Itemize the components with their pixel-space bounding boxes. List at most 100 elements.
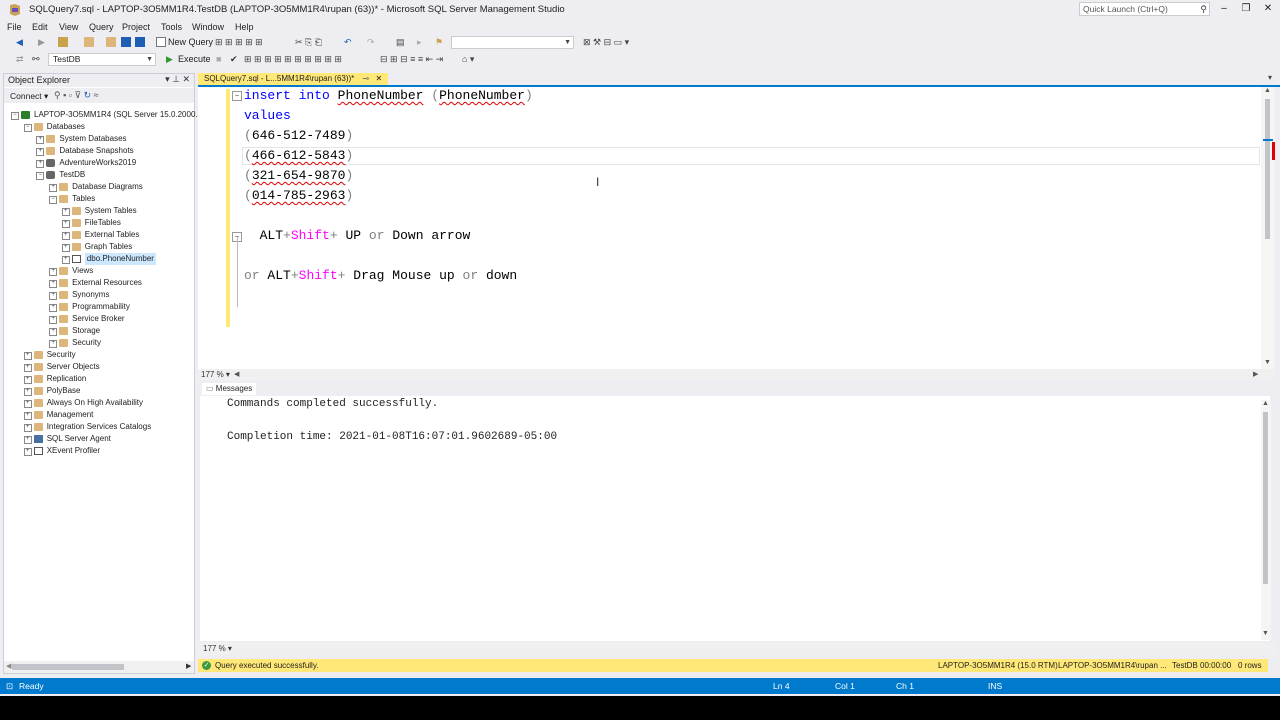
expand-icon[interactable]: + — [23, 436, 32, 444]
properties-icon[interactable]: ⊠ ⚒ ⊟ ▭ ▾ — [583, 36, 629, 49]
tree-node[interactable]: + Database Diagrams — [49, 181, 191, 193]
query-tools-icon[interactable]: ⊞ ⊞ ⊞ ⊞ ⊞ ⊞ ⊞ ⊞ ⊞ ⊞ — [244, 53, 342, 66]
undo-icon[interactable]: ↶ — [344, 36, 352, 49]
collapse-icon[interactable]: − — [232, 91, 242, 101]
tree-node[interactable]: − LAPTOP-3O5MM1R4 (SQL Server 15.0.2000.5… — [11, 109, 207, 121]
scroll-thumb[interactable] — [1265, 99, 1270, 239]
collapse-icon[interactable]: − — [23, 124, 32, 132]
tree-node[interactable]: + Storage — [49, 325, 191, 337]
tree-node[interactable]: + FileTables — [61, 217, 191, 229]
expand-icon[interactable]: + — [61, 232, 70, 240]
open-folder-icon[interactable] — [106, 37, 116, 47]
tree-node[interactable]: + System Databases — [36, 133, 191, 145]
expand-icon[interactable]: + — [23, 364, 32, 372]
stop-icon[interactable]: ■ — [216, 53, 221, 66]
expand-icon[interactable]: + — [23, 376, 32, 384]
scroll-up-icon[interactable]: ▲ — [1264, 87, 1271, 94]
redo-icon[interactable]: ↷ — [367, 36, 375, 49]
scroll-left-icon[interactable]: ◀ — [6, 662, 11, 670]
menu-query[interactable]: Query — [89, 22, 114, 32]
collapse-icon[interactable]: − — [36, 172, 45, 180]
tree-node[interactable]: + External Resources — [49, 277, 191, 289]
new-query-button[interactable]: New Query — [168, 36, 213, 49]
tree-node[interactable]: + Replication — [23, 373, 191, 385]
close-tab-icon[interactable]: ✕ — [375, 74, 382, 83]
tree-node[interactable]: + XEvent Profiler — [23, 445, 191, 457]
scroll-right-icon[interactable]: ▶ — [1253, 370, 1258, 378]
save-icon[interactable] — [121, 37, 131, 47]
cut-copy-paste-icon[interactable]: ✂ ⎘ ⎗ — [295, 36, 322, 49]
pin-icon[interactable]: ▾ ⊥ ✕ — [165, 74, 190, 85]
menu-window[interactable]: Window — [192, 22, 224, 32]
tree-node[interactable]: − Databases — [23, 121, 191, 133]
tree-node[interactable]: + External Tables — [61, 229, 191, 241]
tree-node[interactable]: − TestDB — [36, 169, 191, 181]
tree-node[interactable]: − Tables — [49, 193, 191, 205]
execute-icon[interactable]: ▶ — [166, 53, 173, 66]
new-project-icon[interactable] — [58, 37, 68, 47]
expand-icon[interactable]: + — [23, 400, 32, 408]
expand-icon[interactable]: + — [49, 184, 58, 192]
tree-node[interactable]: + AdventureWorks2019 — [36, 157, 191, 169]
tree-node[interactable]: + System Tables — [61, 205, 191, 217]
horizontal-scrollbar[interactable]: ◀ ▶ — [4, 661, 194, 673]
expand-icon[interactable]: + — [61, 208, 70, 216]
expand-icon[interactable]: + — [61, 220, 70, 228]
menu-help[interactable]: Help — [235, 22, 254, 32]
expand-icon[interactable]: + — [49, 340, 58, 348]
expand-icon[interactable]: + — [23, 448, 32, 456]
tree-node[interactable]: + Always On High Availability — [23, 397, 191, 409]
tree-node[interactable]: + Service Broker — [49, 313, 191, 325]
specify-values-icon[interactable]: ⌂ ▾ — [462, 53, 474, 66]
results-options-icon[interactable]: ⊟ ⊞ ⊟ ≡ ≡ ⇤ ⇥ — [380, 53, 443, 66]
tab-dropdown-icon[interactable]: ▾ — [1268, 73, 1272, 82]
scroll-left-icon[interactable]: ◀ — [234, 370, 239, 378]
collapse-icon[interactable]: − — [49, 196, 58, 204]
connect-icon[interactable]: ⇄ — [16, 53, 24, 66]
results-vertical-scrollbar[interactable]: ▲ ▼ — [1261, 400, 1271, 640]
change-connection-icon[interactable]: ⚯ — [32, 53, 40, 66]
tree-node[interactable]: + Synonyms — [49, 289, 191, 301]
results-zoom-select[interactable]: 177 % ▾ — [203, 644, 232, 653]
expand-icon[interactable]: + — [61, 256, 70, 264]
scroll-down-icon[interactable]: ▼ — [1264, 359, 1271, 366]
new-query-icon[interactable] — [156, 37, 166, 47]
tree-node[interactable]: + Management — [23, 409, 191, 421]
scroll-right-icon[interactable]: ▶ — [186, 662, 191, 670]
collapse-icon[interactable]: − — [11, 112, 19, 120]
tree-node[interactable]: + SQL Server Agent — [23, 433, 191, 445]
expand-icon[interactable]: + — [36, 148, 45, 156]
minimize-button[interactable]: – — [1213, 2, 1235, 16]
editor-zoom-select[interactable]: 177 % ▾ — [201, 370, 230, 379]
tree-node[interactable]: + Graph Tables — [61, 241, 191, 253]
tree-node[interactable]: + Views — [49, 265, 191, 277]
expand-icon[interactable]: + — [49, 328, 58, 336]
tree-node[interactable]: + Programmability — [49, 301, 191, 313]
close-button[interactable]: ✕ — [1257, 2, 1279, 16]
expand-icon[interactable]: + — [61, 244, 70, 252]
scroll-up-icon[interactable]: ▲ — [1262, 400, 1269, 407]
sql-editor[interactable]: − insert into PhoneNumber (PhoneNumber) … — [198, 87, 1275, 369]
menu-project[interactable]: Project — [122, 22, 150, 32]
tree-node[interactable]: + Integration Services Catalogs — [23, 421, 191, 433]
tree-node[interactable]: + Security — [23, 349, 191, 361]
expand-icon[interactable]: + — [23, 424, 32, 432]
scroll-thumb[interactable] — [12, 664, 124, 670]
activity-monitor-icon[interactable]: ▤ — [396, 36, 405, 49]
quick-launch-input[interactable]: Quick Launch (Ctrl+Q) ⚲ — [1079, 2, 1210, 16]
back-icon[interactable]: ◀ — [16, 36, 23, 49]
menu-edit[interactable]: Edit — [32, 22, 48, 32]
open-file-icon[interactable] — [84, 37, 94, 47]
expand-icon[interactable]: + — [49, 316, 58, 324]
database-select[interactable]: TestDB ▼ — [48, 53, 156, 66]
menu-file[interactable]: File — [7, 22, 22, 32]
expand-icon[interactable]: + — [49, 304, 58, 312]
oe-tool-icons[interactable]: ⚲ ▪ ▫ ⊽ ↻ ≈ — [54, 90, 99, 101]
db-engine-query-icon[interactable]: ⊞ ⊞ ⊞ ⊞ ⊞ — [215, 36, 263, 49]
tab-sqlquery7[interactable]: SQLQuery7.sql - L...5MM1R4\rupan (63))* … — [198, 73, 389, 85]
scroll-thumb[interactable] — [1263, 412, 1268, 584]
expand-icon[interactable]: + — [36, 160, 45, 168]
expand-icon[interactable]: + — [49, 280, 58, 288]
maximize-button[interactable]: ❐ — [1235, 2, 1257, 16]
tree-node[interactable]: + dbo.PhoneNumber — [61, 253, 191, 265]
